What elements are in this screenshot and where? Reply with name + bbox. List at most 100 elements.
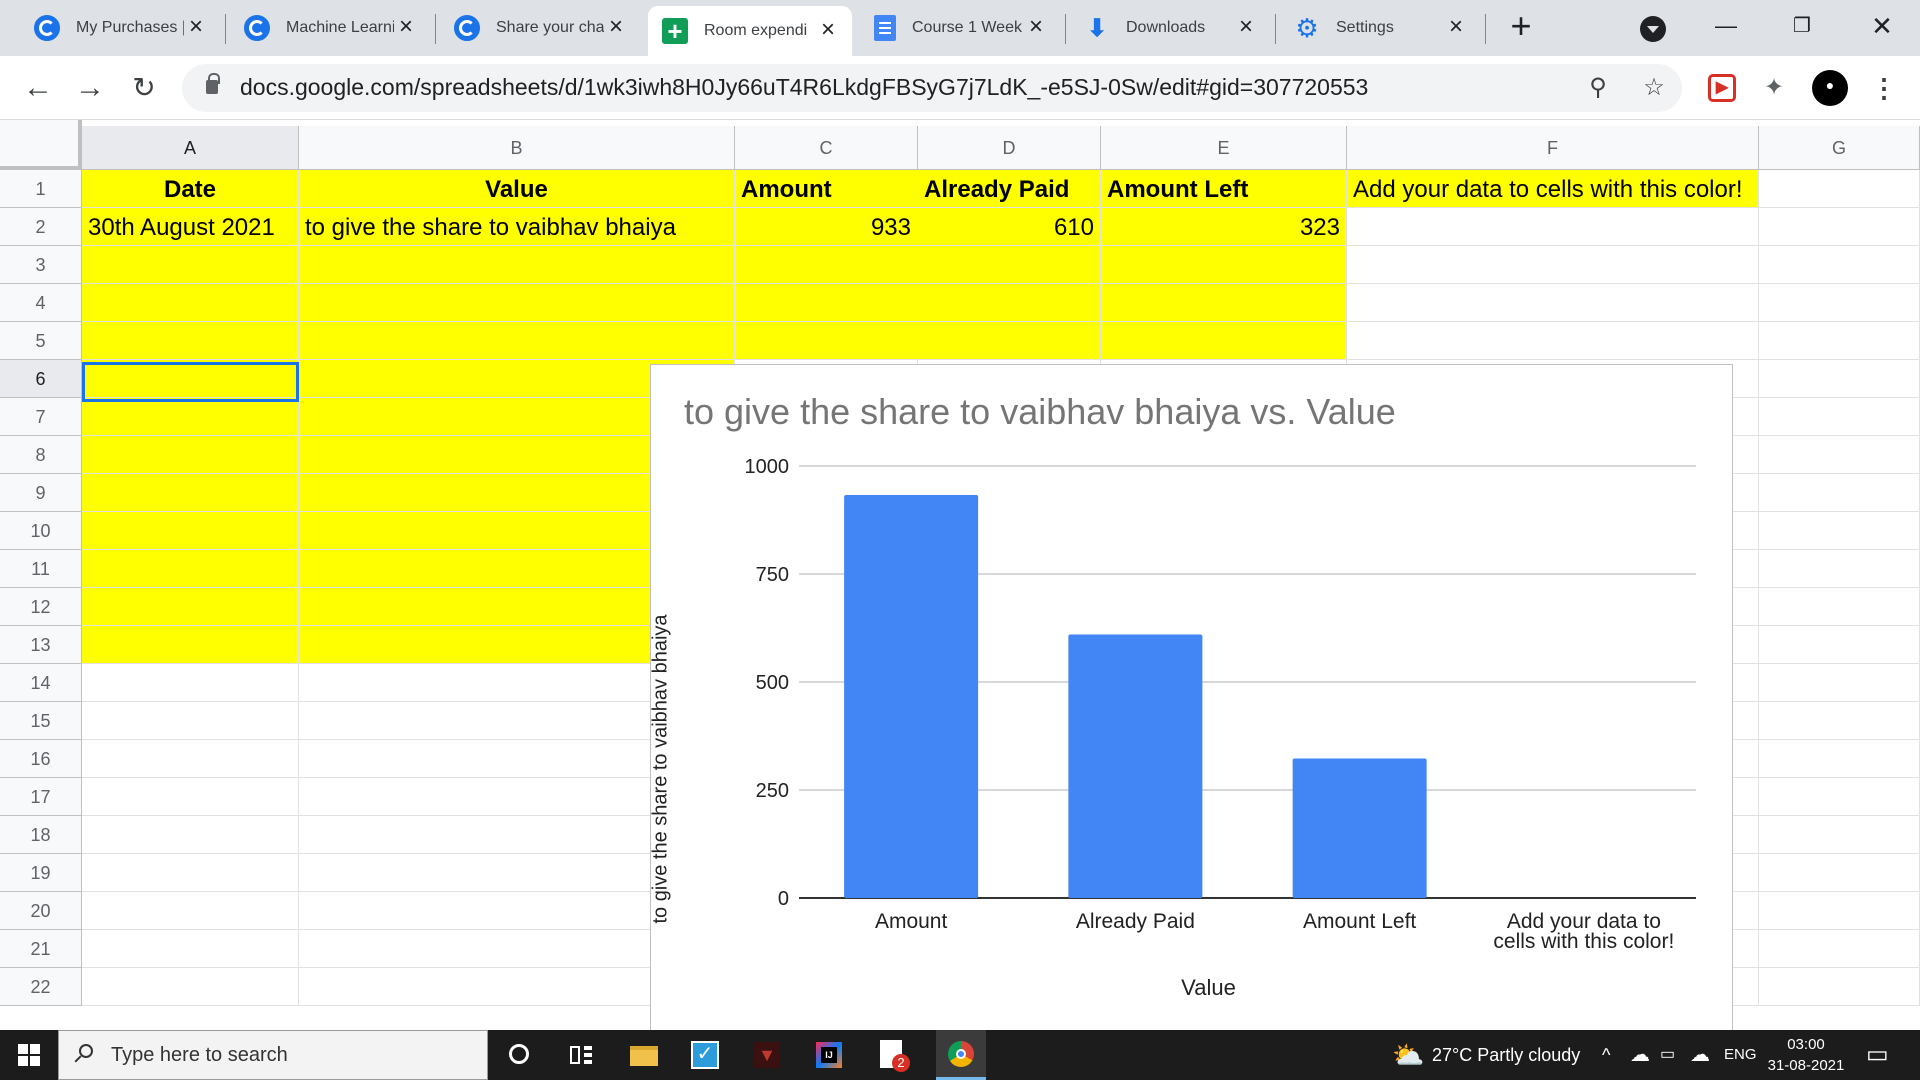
grid-cell[interactable] <box>1759 740 1920 778</box>
grid-cell[interactable] <box>1347 284 1759 322</box>
grid-cell[interactable] <box>735 246 918 284</box>
onedrive-icon[interactable]: ☁ <box>1630 1030 1650 1080</box>
grid-cell[interactable] <box>299 246 735 284</box>
cell-d2[interactable]: 610 <box>918 208 1101 246</box>
cell-a2[interactable]: 30th August 2021 <box>82 208 299 246</box>
row-header[interactable]: 14 <box>0 664 82 702</box>
grid-cell[interactable] <box>918 284 1101 322</box>
row-header[interactable]: 13 <box>0 626 82 664</box>
cell-a1[interactable]: Date <box>82 170 299 208</box>
column-header-g[interactable]: G <box>1759 126 1920 170</box>
lock-icon[interactable] <box>206 73 220 94</box>
active-cell-selection[interactable] <box>82 362 299 402</box>
grid-cell[interactable] <box>1759 854 1920 892</box>
grid-cell[interactable] <box>82 930 299 968</box>
weather-icon[interactable]: ⛅ <box>1392 1030 1424 1080</box>
forward-button[interactable]: → <box>70 68 110 108</box>
tab-machine-learning[interactable]: Machine Learni × <box>230 8 430 48</box>
cloud-sync-icon[interactable]: ☁ <box>1690 1030 1710 1080</box>
new-tab-button[interactable]: + <box>1503 8 1539 46</box>
column-header-f[interactable]: F <box>1347 126 1759 170</box>
grid-cell[interactable] <box>82 740 299 778</box>
grid-cell[interactable] <box>918 322 1101 360</box>
embedded-chart[interactable]: to give the share to vaibhav bhaiya vs. … <box>650 364 1733 1030</box>
tab-course-week[interactable]: Course 1 Week × <box>860 8 1060 48</box>
address-bar[interactable]: docs.google.com/spreadsheets/d/1wk3iwh8H… <box>182 64 1682 112</box>
grid-cell[interactable] <box>1759 930 1920 968</box>
battery-icon[interactable]: ▭ <box>1660 1030 1675 1080</box>
grid-cell[interactable] <box>82 816 299 854</box>
grid-cell[interactable] <box>299 322 735 360</box>
files-app-icon[interactable]: 2 <box>874 1038 910 1072</box>
row-header[interactable]: 17 <box>0 778 82 816</box>
grid-cell[interactable] <box>1347 246 1759 284</box>
select-all-corner[interactable] <box>0 120 82 170</box>
chrome-taskbar-icon[interactable] <box>936 1030 986 1080</box>
game-app-icon[interactable]: ▼ <box>750 1038 784 1072</box>
url-text[interactable]: docs.google.com/spreadsheets/d/1wk3iwh8H… <box>240 74 1368 101</box>
grid-cell[interactable] <box>1101 322 1347 360</box>
bookmark-star-icon[interactable]: ☆ <box>1642 76 1666 100</box>
weather-text[interactable]: 27°C Partly cloudy <box>1432 1030 1580 1080</box>
grid-cell[interactable] <box>82 512 299 550</box>
grid-cell[interactable] <box>1759 664 1920 702</box>
tab-settings[interactable]: ⚙ Settings × <box>1280 8 1480 48</box>
grid-cell[interactable] <box>1759 816 1920 854</box>
grid-cell[interactable] <box>918 246 1101 284</box>
extension-red-icon[interactable]: ▶ <box>1708 74 1736 102</box>
grid-cell[interactable] <box>82 778 299 816</box>
reload-button[interactable]: ↻ <box>124 68 164 108</box>
grid-cell[interactable] <box>1759 892 1920 930</box>
grid-cell[interactable] <box>1759 702 1920 740</box>
close-icon[interactable]: × <box>1024 15 1048 40</box>
grid-cell[interactable] <box>1759 474 1920 512</box>
tray-chevron-icon[interactable]: ^ <box>1602 1030 1610 1080</box>
grid-cell[interactable] <box>735 322 918 360</box>
grid-cell[interactable] <box>1759 284 1920 322</box>
row-header[interactable]: 11 <box>0 550 82 588</box>
close-window-button[interactable]: ✕ <box>1862 8 1902 44</box>
grid-cell[interactable] <box>82 436 299 474</box>
grid-cell[interactable] <box>1347 208 1759 246</box>
cell-d1[interactable]: Already Paid <box>918 170 1101 208</box>
cortana-icon[interactable] <box>503 1038 537 1072</box>
row-header[interactable]: 2 <box>0 208 82 246</box>
close-icon[interactable]: × <box>816 18 840 43</box>
row-header[interactable]: 4 <box>0 284 82 322</box>
kebab-menu-icon[interactable]: ⋮ <box>1868 72 1900 104</box>
grid-cell[interactable] <box>1759 246 1920 284</box>
grid-cell[interactable] <box>1759 436 1920 474</box>
row-header[interactable]: 19 <box>0 854 82 892</box>
row-header[interactable]: 9 <box>0 474 82 512</box>
tab-share-your-chart[interactable]: Share your cha × <box>440 8 640 48</box>
column-header-e[interactable]: E <box>1101 126 1347 170</box>
task-view-icon[interactable] <box>564 1038 598 1072</box>
grid-cell[interactable] <box>82 702 299 740</box>
grid-cell[interactable] <box>1101 284 1347 322</box>
row-header[interactable]: 16 <box>0 740 82 778</box>
taskbar-search[interactable]: Type here to search <box>58 1030 488 1080</box>
grid-cell[interactable] <box>1759 778 1920 816</box>
close-icon[interactable]: × <box>184 15 208 40</box>
cell-e2[interactable]: 323 <box>1101 208 1347 246</box>
cell-c1[interactable]: Amount <box>735 170 918 208</box>
column-header-d[interactable]: D <box>918 126 1101 170</box>
grid-cell[interactable] <box>1759 588 1920 626</box>
grid-cell[interactable] <box>82 284 299 322</box>
close-icon[interactable]: × <box>604 15 628 40</box>
row-header[interactable]: 3 <box>0 246 82 284</box>
row-header[interactable]: 8 <box>0 436 82 474</box>
grid-cell[interactable] <box>82 892 299 930</box>
windows-start-button[interactable] <box>0 1030 58 1080</box>
grid-cell[interactable] <box>82 474 299 512</box>
close-icon[interactable]: × <box>1234 15 1258 40</box>
minimize-button[interactable]: — <box>1706 8 1746 44</box>
row-header[interactable]: 5 <box>0 322 82 360</box>
cell-e1[interactable]: Amount Left <box>1101 170 1347 208</box>
cell-c2[interactable]: 933 <box>735 208 918 246</box>
grid-cell[interactable] <box>82 246 299 284</box>
tab-room-expenditure[interactable]: + Room expendi × <box>648 6 852 56</box>
grid-cell[interactable] <box>1759 968 1920 1006</box>
row-header[interactable]: 20 <box>0 892 82 930</box>
grid-cell[interactable] <box>82 626 299 664</box>
